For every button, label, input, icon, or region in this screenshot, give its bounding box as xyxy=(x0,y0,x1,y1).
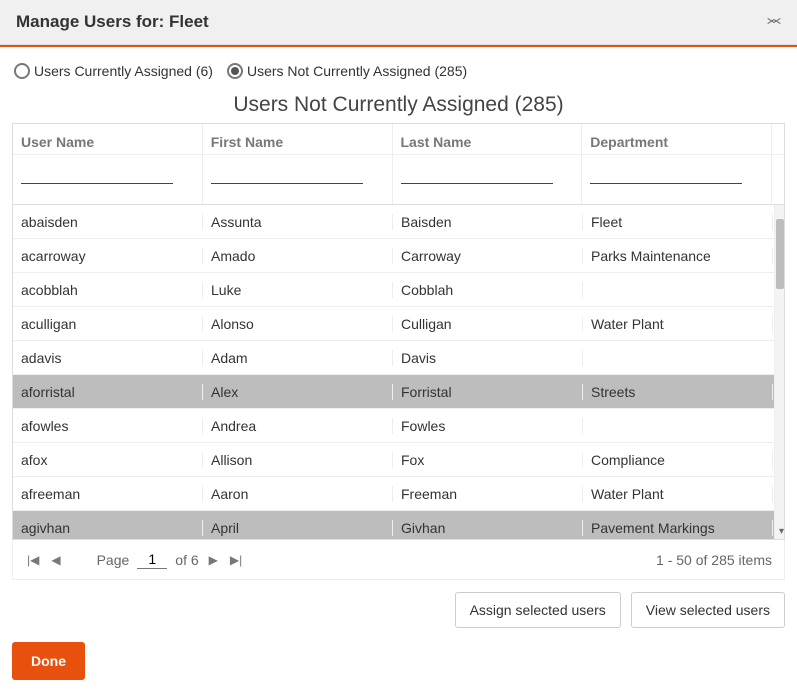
assign-selected-button[interactable]: Assign selected users xyxy=(455,592,621,628)
col-header-spacer xyxy=(772,124,784,155)
table-row[interactable]: acarrowayAmadoCarrowayParks Maintenance xyxy=(13,239,784,273)
pager-last-icon[interactable]: ▶| xyxy=(228,553,244,567)
table-row[interactable]: agivhanAprilGivhanPavement Markings xyxy=(13,511,784,539)
department-cell: Streets xyxy=(583,384,773,400)
username-cell: abaisden xyxy=(13,214,203,230)
radio-not-assigned[interactable]: Users Not Currently Assigned (285) xyxy=(227,63,467,79)
pager-prev-icon[interactable]: ◀ xyxy=(49,553,62,567)
expand-collapse-icon[interactable]: ︿﹀ xyxy=(767,15,781,29)
users-grid: User Name First Name Last Name Departmen… xyxy=(12,123,785,540)
username-cell: adavis xyxy=(13,350,203,366)
table-row[interactable]: abaisdenAssuntaBaisdenFleet xyxy=(13,205,784,239)
lastname-cell: Forristal xyxy=(393,384,583,400)
table-row[interactable]: adavisAdamDavis xyxy=(13,341,784,375)
table-row[interactable]: aculliganAlonsoCulliganWater Plant xyxy=(13,307,784,341)
scroll-down-icon[interactable]: ▾ xyxy=(779,526,784,537)
department-cell: Water Plant xyxy=(583,316,773,332)
table-row[interactable]: afoxAllisonFoxCompliance xyxy=(13,443,784,477)
done-button[interactable]: Done xyxy=(12,642,85,680)
firstname-cell: April xyxy=(203,520,393,536)
department-cell: Fleet xyxy=(583,214,773,230)
table-row[interactable]: acobblahLukeCobblah xyxy=(13,273,784,307)
filter-firstname-input[interactable] xyxy=(211,159,363,184)
pager-controls: |◀ ◀ Page of 6 ▶ ▶| xyxy=(25,550,244,569)
username-cell: afox xyxy=(13,452,203,468)
radio-assigned[interactable]: Users Currently Assigned (6) xyxy=(14,63,213,79)
department-cell: Parks Maintenance xyxy=(583,248,773,264)
firstname-cell: Andrea xyxy=(203,418,393,434)
scroll-thumb[interactable] xyxy=(776,219,784,289)
filter-lastname-input[interactable] xyxy=(401,159,553,184)
lastname-cell: Givhan xyxy=(393,520,583,536)
firstname-cell: Assunta xyxy=(203,214,393,230)
grid-filter-row xyxy=(13,155,784,205)
department-cell: Water Plant xyxy=(583,486,773,502)
dialog-title: Manage Users for: Fleet xyxy=(16,12,209,32)
username-cell: aforristal xyxy=(13,384,203,400)
lastname-cell: Davis xyxy=(393,350,583,366)
vertical-scrollbar[interactable]: ▾ xyxy=(774,205,784,539)
table-row[interactable]: afowlesAndreaFowles xyxy=(13,409,784,443)
action-buttons: Assign selected users View selected user… xyxy=(0,580,797,636)
col-header-department[interactable]: Department xyxy=(582,124,772,155)
radio-not-assigned-label: Users Not Currently Assigned (285) xyxy=(247,63,467,79)
pager-page-label: Page xyxy=(97,552,130,568)
username-cell: agivhan xyxy=(13,520,203,536)
col-header-firstname[interactable]: First Name xyxy=(203,124,393,155)
lastname-cell: Fox xyxy=(393,452,583,468)
grid-pager: |◀ ◀ Page of 6 ▶ ▶| 1 - 50 of 285 items xyxy=(12,540,785,580)
firstname-cell: Alex xyxy=(203,384,393,400)
grid-body: abaisdenAssuntaBaisdenFleetacarrowayAmad… xyxy=(13,205,784,539)
radio-assigned-label: Users Currently Assigned (6) xyxy=(34,63,213,79)
username-cell: acarroway xyxy=(13,248,203,264)
lastname-cell: Cobblah xyxy=(393,282,583,298)
lastname-cell: Freeman xyxy=(393,486,583,502)
pager-first-icon[interactable]: |◀ xyxy=(25,553,41,567)
table-row[interactable]: aforristalAlexForristalStreets xyxy=(13,375,784,409)
dialog-header: Manage Users for: Fleet ︿﹀ xyxy=(0,0,797,45)
username-cell: afreeman xyxy=(13,486,203,502)
filter-department-input[interactable] xyxy=(590,159,742,184)
firstname-cell: Luke xyxy=(203,282,393,298)
lastname-cell: Fowles xyxy=(393,418,583,434)
lastname-cell: Carroway xyxy=(393,248,583,264)
firstname-cell: Adam xyxy=(203,350,393,366)
lastname-cell: Baisden xyxy=(393,214,583,230)
pager-of-label: of 6 xyxy=(175,552,198,568)
radio-icon xyxy=(14,63,30,79)
pager-next-icon[interactable]: ▶ xyxy=(207,553,220,567)
department-cell: Compliance xyxy=(583,452,773,468)
lastname-cell: Culligan xyxy=(393,316,583,332)
col-header-username[interactable]: User Name xyxy=(13,124,203,155)
table-row[interactable]: afreemanAaronFreemanWater Plant xyxy=(13,477,784,511)
filter-username-input[interactable] xyxy=(21,159,173,184)
section-title: Users Not Currently Assigned (285) xyxy=(0,93,797,117)
firstname-cell: Alonso xyxy=(203,316,393,332)
pager-summary: 1 - 50 of 285 items xyxy=(656,552,772,568)
pager-page-input[interactable] xyxy=(137,550,167,569)
department-cell: Pavement Markings xyxy=(583,520,773,536)
firstname-cell: Amado xyxy=(203,248,393,264)
assignment-radio-group: Users Currently Assigned (6) Users Not C… xyxy=(0,47,797,89)
username-cell: afowles xyxy=(13,418,203,434)
username-cell: aculligan xyxy=(13,316,203,332)
col-header-lastname[interactable]: Last Name xyxy=(393,124,583,155)
grid-header-row: User Name First Name Last Name Departmen… xyxy=(13,124,784,155)
view-selected-button[interactable]: View selected users xyxy=(631,592,785,628)
username-cell: acobblah xyxy=(13,282,203,298)
firstname-cell: Aaron xyxy=(203,486,393,502)
radio-icon xyxy=(227,63,243,79)
firstname-cell: Allison xyxy=(203,452,393,468)
